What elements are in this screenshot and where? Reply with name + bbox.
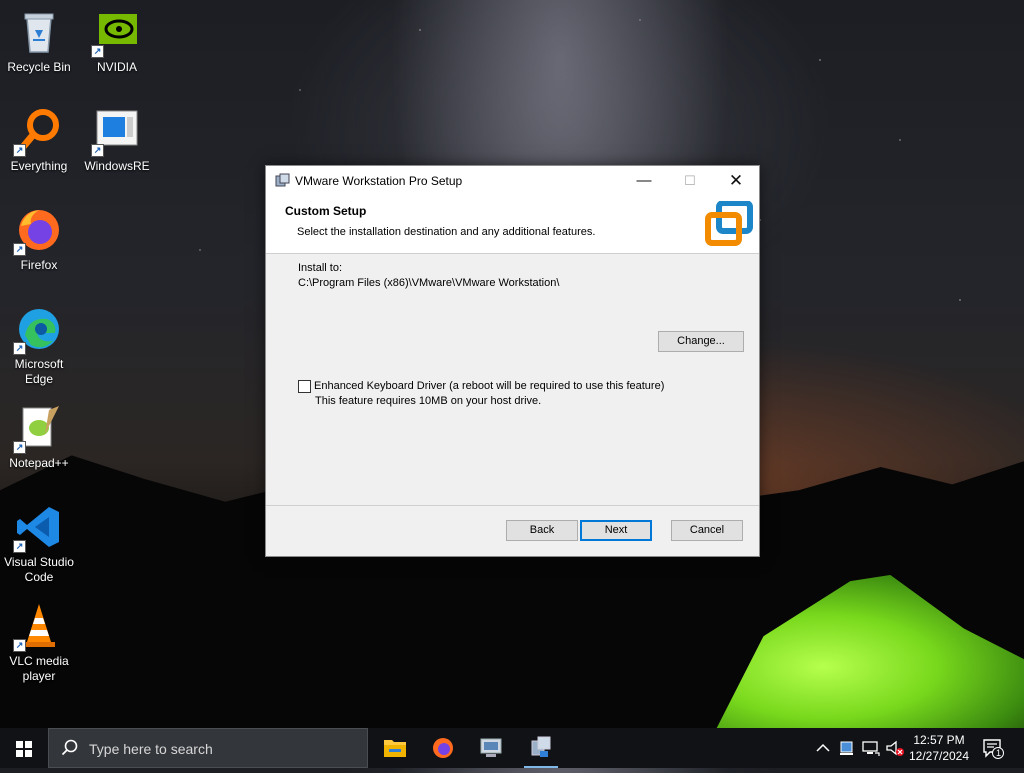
shortcut-arrow-icon: ↗: [13, 243, 26, 256]
dialog-content: Install to: C:\Program Files (x86)\VMwar…: [266, 254, 759, 506]
minimize-button[interactable]: —: [621, 166, 667, 195]
feature-size-note: This feature requires 10MB on your host …: [315, 395, 542, 407]
edge-icon: ↗: [13, 305, 63, 355]
enhanced-keyboard-checkbox[interactable]: [298, 380, 311, 393]
taskbar: Type here to search 12:57 PM 12/27/2024 …: [0, 728, 1024, 768]
enhanced-keyboard-label: Enhanced Keyboard Driver (a reboot will …: [314, 380, 665, 392]
desktop-icon-edge[interactable]: ↗ Microsoft Edge: [0, 305, 78, 387]
everything-search-icon: ↗: [13, 107, 63, 157]
install-to-label: Install to:: [298, 262, 343, 274]
shortcut-arrow-icon: ↗: [13, 144, 26, 157]
dialog-header: Custom Setup Select the installation des…: [266, 195, 759, 254]
change-button[interactable]: Change...: [658, 331, 744, 352]
desktop-icon-label: Firefox: [20, 258, 58, 272]
firefox-icon: ↗: [13, 206, 63, 256]
tray-device-icon-button[interactable]: [838, 738, 856, 758]
shortcut-arrow-icon: ↗: [91, 144, 104, 157]
desktop-icon-label: Notepad++: [9, 456, 69, 470]
shortcut-arrow-icon: ↗: [13, 342, 26, 355]
firefox-icon: [433, 738, 453, 758]
desktop-icon-label: Recycle Bin: [7, 60, 71, 74]
cancel-button[interactable]: Cancel: [671, 520, 743, 541]
desktop-icon-firefox[interactable]: ↗ Firefox: [0, 206, 78, 273]
taskbar-firefox[interactable]: [420, 728, 466, 768]
vmware-logo-icon: [705, 200, 753, 247]
notepadpp-icon: ↗: [13, 404, 63, 454]
network-icon: [862, 741, 880, 756]
taskbar-network-app[interactable]: [468, 728, 514, 768]
notification-count-badge: 1: [995, 748, 1001, 758]
tray-network-button[interactable]: [861, 738, 881, 758]
folder-icon: [384, 740, 406, 757]
desktop-icon-windowsre[interactable]: ↗ WindowsRE: [78, 107, 156, 174]
action-center-button[interactable]: 1: [982, 737, 1004, 759]
taskbar-clock[interactable]: 12:57 PM 12/27/2024: [904, 732, 974, 764]
tray-volume-button[interactable]: [885, 738, 905, 758]
chevron-up-icon: [816, 743, 830, 752]
nvidia-icon: ↗: [91, 8, 141, 58]
desktop-icon-vscode[interactable]: ↗ Visual Studio Code: [0, 503, 78, 585]
vlc-cone-icon: ↗: [13, 602, 63, 652]
taskbar-search-box[interactable]: Type here to search: [48, 728, 368, 768]
next-button[interactable]: Next: [580, 520, 652, 541]
vmware-setup-icon: [275, 173, 290, 188]
network-window-icon: [480, 738, 502, 757]
search-placeholder: Type here to search: [89, 741, 213, 757]
install-path: C:\Program Files (x86)\VMware\VMware Wor…: [298, 277, 560, 289]
desktop-icon-label: Visual Studio Code: [4, 555, 74, 584]
desktop-icon-notepadpp[interactable]: ↗ Notepad++: [0, 404, 78, 471]
shortcut-arrow-icon: ↗: [91, 45, 104, 58]
clock-time: 12:57 PM: [913, 733, 965, 747]
vscode-icon: ↗: [13, 503, 63, 553]
dialog-title: VMware Workstation Pro Setup: [295, 174, 463, 188]
shortcut-arrow-icon: ↗: [13, 639, 26, 652]
desktop-icon-label: NVIDIA: [96, 60, 137, 74]
desktop-icon-everything[interactable]: ↗ Everything: [0, 107, 78, 174]
desktop-icon-label: WindowsRE: [84, 159, 150, 173]
page-subtitle: Select the installation destination and …: [297, 226, 596, 238]
dialog-titlebar[interactable]: VMware Workstation Pro Setup — ☐ ✕: [266, 166, 759, 195]
desktop-icon-nvidia[interactable]: ↗ NVIDIA: [78, 8, 156, 75]
vmware-setup-icon: [531, 736, 551, 757]
desktop-icon-label: VLC media player: [9, 654, 69, 683]
taskbar-vmware-setup[interactable]: [518, 728, 564, 768]
show-hidden-icons-button[interactable]: [814, 738, 832, 758]
start-button[interactable]: [0, 728, 48, 768]
maximize-button: ☐: [684, 173, 696, 188]
volume-muted-icon: [886, 740, 904, 756]
device-icon: [840, 741, 853, 755]
desktop-icon-label: Everything: [10, 159, 68, 173]
search-icon: [61, 739, 79, 757]
shortcut-arrow-icon: ↗: [13, 540, 26, 553]
shortcut-arrow-icon: ↗: [13, 441, 26, 454]
windowsre-icon: ↗: [91, 107, 141, 157]
setup-dialog: VMware Workstation Pro Setup — ☐ ✕ Custo…: [265, 165, 760, 557]
recycle-bin-icon: [15, 8, 63, 56]
close-button[interactable]: ✕: [713, 166, 759, 195]
page-title: Custom Setup: [285, 204, 367, 218]
desktop-icon-recycle-bin[interactable]: Recycle Bin: [0, 8, 78, 75]
back-button[interactable]: Back: [506, 520, 578, 541]
taskbar-file-explorer[interactable]: [372, 728, 418, 768]
desktop-icon-label: Microsoft Edge: [14, 357, 64, 386]
clock-date: 12/27/2024: [908, 749, 970, 763]
desktop-icon-vlc[interactable]: ↗ VLC media player: [0, 602, 78, 684]
